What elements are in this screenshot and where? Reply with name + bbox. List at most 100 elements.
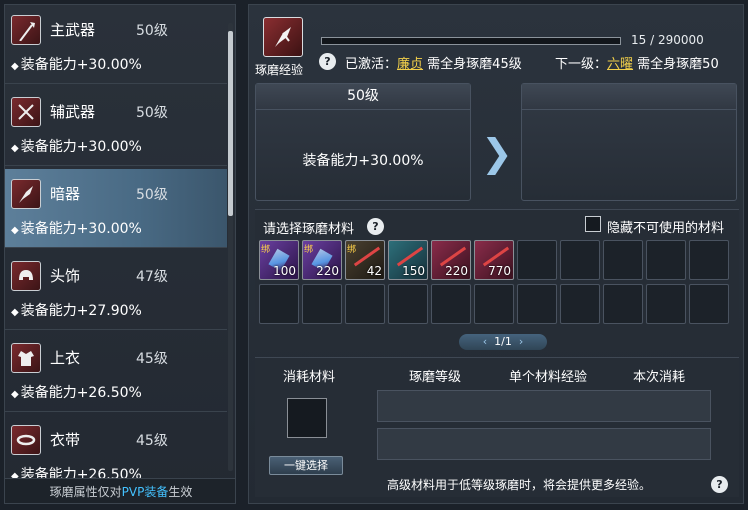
- slot-level: 50级: [136, 105, 168, 121]
- exp-label: 琢磨经验: [255, 63, 304, 77]
- slot-bonus: ◆ 装备能力+30.00%: [11, 218, 142, 238]
- slot-name: 衣带: [50, 431, 81, 449]
- diamond-icon: ◆: [11, 225, 19, 236]
- equipment-slot[interactable]: 上衣 45级 ◆ 装备能力+26.50%: [5, 333, 227, 412]
- empty-slot[interactable]: [560, 284, 600, 324]
- empty-slot[interactable]: [259, 284, 299, 324]
- col-exp: 单个材料经验: [509, 370, 588, 385]
- empty-slot[interactable]: [302, 284, 342, 324]
- crossed-blades-icon: [11, 97, 41, 127]
- slot-level: 50级: [136, 23, 168, 39]
- empty-slot[interactable]: [646, 240, 686, 280]
- material-item[interactable]: 绑 42: [345, 240, 385, 280]
- slot-bonus-text: 装备能力+30.00%: [20, 221, 142, 237]
- empty-slot[interactable]: [560, 240, 600, 280]
- bound-tag: 绑: [347, 245, 357, 255]
- equipment-slot[interactable]: 头饰 47级 ◆ 装备能力+27.90%: [5, 251, 227, 330]
- slot-level: 45级: [136, 351, 168, 367]
- equipment-slot[interactable]: 主武器 50级 ◆ 装备能力+30.00%: [5, 5, 227, 84]
- empty-slot[interactable]: [517, 284, 557, 324]
- slot-name: 头饰: [50, 267, 81, 285]
- slot-bonus-text: 装备能力+27.90%: [20, 303, 142, 319]
- consumption-panel: 消耗材料 琢磨等级 单个材料经验 本次消耗 一键选择 高级材料用于低等级琢磨时，…: [255, 357, 739, 497]
- material-item[interactable]: 220: [431, 240, 471, 280]
- slot-bonus: ◆ 装备能力+30.00%: [11, 54, 142, 74]
- next-tier-name[interactable]: 六曜: [607, 57, 633, 72]
- slot-bonus-text: 装备能力+30.00%: [20, 139, 142, 155]
- pvp-note-prefix: 琢磨属性仅对: [49, 485, 122, 499]
- dart-icon: [263, 17, 303, 57]
- equipment-slot[interactable]: 暗器 50级 ◆ 装备能力+30.00%: [5, 169, 227, 248]
- material-item[interactable]: 770: [474, 240, 514, 280]
- current-level-title: 50级: [256, 84, 470, 110]
- diamond-icon: ◆: [11, 61, 19, 72]
- exp-progress-bar: [321, 37, 621, 45]
- slot-name: 暗器: [50, 185, 81, 203]
- material-selection: 请选择琢磨材料 ? 隐藏不可使用的材料 绑 100 绑 220 绑 42 150 220 770…: [255, 209, 739, 350]
- col-level: 琢磨等级: [409, 370, 462, 385]
- page-number: 1/1: [494, 335, 512, 348]
- empty-slot[interactable]: [603, 240, 643, 280]
- material-help-icon[interactable]: ?: [367, 218, 384, 235]
- slot-level: 45级: [136, 433, 168, 449]
- empty-slot[interactable]: [517, 240, 557, 280]
- help-icon[interactable]: ?: [319, 53, 336, 70]
- slot-level: 50级: [136, 187, 168, 203]
- empty-slot[interactable]: [388, 284, 428, 324]
- spear-icon: [11, 15, 41, 45]
- cost-row: [377, 428, 711, 460]
- empty-slot[interactable]: [689, 284, 729, 324]
- slot-bonus: ◆ 装备能力+30.00%: [11, 136, 142, 156]
- item-count: 220: [445, 264, 468, 278]
- hide-unusable-checkbox[interactable]: [585, 216, 601, 232]
- diamond-icon: ◆: [11, 389, 19, 400]
- auto-select-button[interactable]: 一键选择: [269, 456, 343, 475]
- bound-tag: 绑: [304, 245, 314, 255]
- material-item[interactable]: 150: [388, 240, 428, 280]
- equipment-slot[interactable]: 辅武器 50级 ◆ 装备能力+30.00%: [5, 87, 227, 166]
- material-title: 请选择琢磨材料: [263, 222, 355, 237]
- slot-name: 辅武器: [50, 103, 96, 121]
- material-item[interactable]: 绑 100: [259, 240, 299, 280]
- active-tier-name[interactable]: 廉贞: [397, 57, 423, 72]
- slot-level: 47级: [136, 269, 168, 285]
- exp-value: 15 / 290000: [631, 33, 704, 47]
- pvp-note: 琢磨属性仅对PVP装备生效: [5, 478, 235, 503]
- diamond-icon: ◆: [11, 143, 19, 154]
- next-requirement: 需全身琢磨50: [637, 57, 719, 72]
- material-grid: 绑 100 绑 220 绑 42 150 220 770: [259, 240, 729, 324]
- slot-bonus: ◆ 装备能力+26.50%: [11, 382, 142, 402]
- empty-slot[interactable]: [603, 284, 643, 324]
- robe-icon: [11, 343, 41, 373]
- active-tier: 已激活：廉贞 需全身琢磨45级: [345, 53, 522, 72]
- slot-bonus-text: 装备能力+26.50%: [20, 385, 142, 401]
- tip-help-icon[interactable]: ?: [711, 476, 728, 493]
- scrollbar-thumb[interactable]: [228, 31, 233, 216]
- cost-row: [377, 390, 711, 422]
- empty-slot[interactable]: [345, 284, 385, 324]
- item-count: 100: [273, 264, 296, 278]
- slot-bonus: ◆ 装备能力+27.90%: [11, 300, 142, 320]
- polish-panel: 琢磨经验 15 / 290000 ? 已激活：廉贞 需全身琢磨45级 下一级：六…: [248, 4, 744, 504]
- empty-slot[interactable]: [646, 284, 686, 324]
- pvp-note-suffix: 生效: [168, 485, 193, 499]
- next-level-bonus: [522, 110, 736, 150]
- item-count: 150: [402, 264, 425, 278]
- next-tier: 下一级：六曜 需全身琢磨50: [555, 53, 719, 72]
- col-consume: 本次消耗: [633, 370, 686, 385]
- slot-name: 主武器: [50, 21, 96, 39]
- active-prefix: 已激活：: [345, 57, 398, 72]
- empty-slot[interactable]: [431, 284, 471, 324]
- material-item[interactable]: 绑 220: [302, 240, 342, 280]
- slot-name: 上衣: [50, 349, 81, 367]
- consumed-material-slot[interactable]: [287, 398, 327, 438]
- prev-page-icon[interactable]: ‹: [483, 335, 487, 348]
- empty-slot[interactable]: [689, 240, 729, 280]
- material-tip: 高级材料用于低等级琢磨时，将会提供更多经验。: [387, 478, 652, 492]
- next-page-icon[interactable]: ›: [519, 335, 523, 348]
- slot-bonus-text: 装备能力+30.00%: [20, 57, 142, 73]
- empty-slot[interactable]: [474, 284, 514, 324]
- item-count: 770: [488, 264, 511, 278]
- current-level-card: 50级 装备能力+30.00%: [255, 83, 471, 201]
- page-indicator: ‹ 1/1 ›: [459, 334, 547, 350]
